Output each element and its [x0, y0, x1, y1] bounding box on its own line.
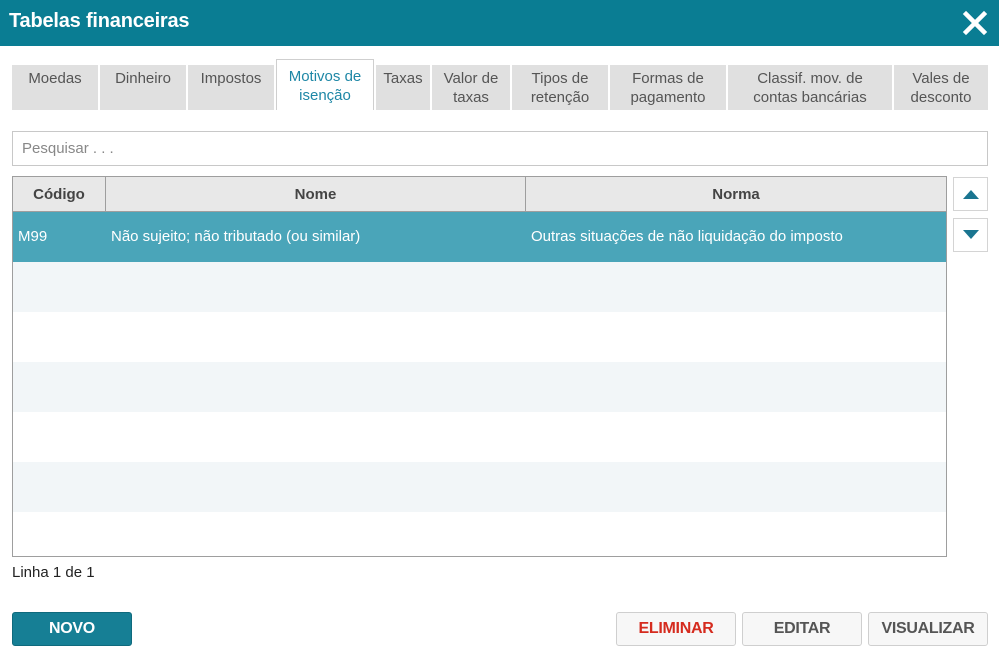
column-header-codigo[interactable]: Código — [13, 177, 106, 212]
table-row[interactable]: M99 Não sujeito; não tributado (ou simil… — [13, 212, 946, 262]
tab-impostos[interactable]: Impostos — [188, 65, 274, 110]
tab-classif-mov-contas-bancarias[interactable]: Classif. mov. de contas bancárias — [728, 65, 892, 110]
tab-tipos-de-retencao[interactable]: Tipos de retenção — [512, 65, 608, 110]
empty-row — [13, 512, 946, 556]
view-button[interactable]: VISUALIZAR — [868, 612, 988, 646]
empty-row — [13, 312, 946, 362]
delete-button[interactable]: ELIMINAR — [616, 612, 736, 646]
tab-moedas[interactable]: Moedas — [12, 65, 98, 110]
title-bar: Tabelas financeiras — [0, 0, 999, 46]
triangle-down-icon — [962, 230, 979, 239]
empty-row — [13, 462, 946, 512]
search-input[interactable] — [12, 131, 988, 166]
empty-row — [13, 262, 946, 312]
empty-row — [13, 412, 946, 462]
new-button[interactable]: NOVO — [12, 612, 132, 646]
cell-nome: Não sujeito; não tributado (ou similar) — [111, 228, 361, 245]
grid-header: Código Nome Norma — [13, 177, 946, 212]
cell-codigo: M99 — [18, 228, 48, 245]
scroll-up-button[interactable] — [953, 177, 988, 211]
cell-norma: Outras situações de não liquidação do im… — [531, 228, 843, 245]
close-icon[interactable] — [961, 9, 989, 37]
scroll-down-button[interactable] — [953, 218, 988, 252]
tab-vales-de-desconto[interactable]: Vales de desconto — [894, 65, 988, 110]
window-title: Tabelas financeiras — [9, 10, 190, 32]
tab-formas-de-pagamento[interactable]: Formas de pagamento — [610, 65, 726, 110]
triangle-up-icon — [962, 190, 979, 199]
tab-dinheiro[interactable]: Dinheiro — [100, 65, 186, 110]
row-count-status: Linha 1 de 1 — [12, 564, 95, 581]
column-header-nome[interactable]: Nome — [106, 177, 526, 212]
empty-row — [13, 362, 946, 412]
tab-valor-de-taxas[interactable]: Valor de taxas — [432, 65, 510, 110]
tab-motivos-de-isencao[interactable]: Motivos de isenção — [276, 59, 374, 110]
edit-button[interactable]: EDITAR — [742, 612, 862, 646]
column-header-norma[interactable]: Norma — [526, 177, 946, 212]
tab-taxas[interactable]: Taxas — [376, 65, 430, 110]
data-grid: Código Nome Norma M99 Não sujeito; não t… — [12, 176, 947, 557]
